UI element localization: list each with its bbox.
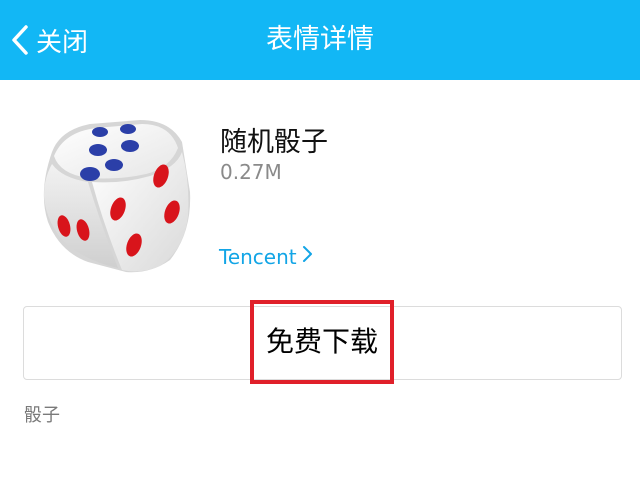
download-label[interactable]: 免费下载 [250,300,394,384]
author-label: Tencent [219,244,297,269]
sticker-description: 骰子 [24,405,60,426]
sticker-size: 0.27M [220,160,282,184]
dice-icon [30,112,200,280]
sticker-detail-page: 关闭 表情详情 随机骰子 0.27M Tencent 免费下载 骰子 [0,0,640,480]
header-bar: 关闭 表情详情 [0,0,640,80]
sticker-name: 随机骰子 [220,127,328,158]
author-link[interactable]: Tencent [219,244,313,269]
chevron-right-icon [297,244,313,269]
page-title: 表情详情 [266,24,374,55]
